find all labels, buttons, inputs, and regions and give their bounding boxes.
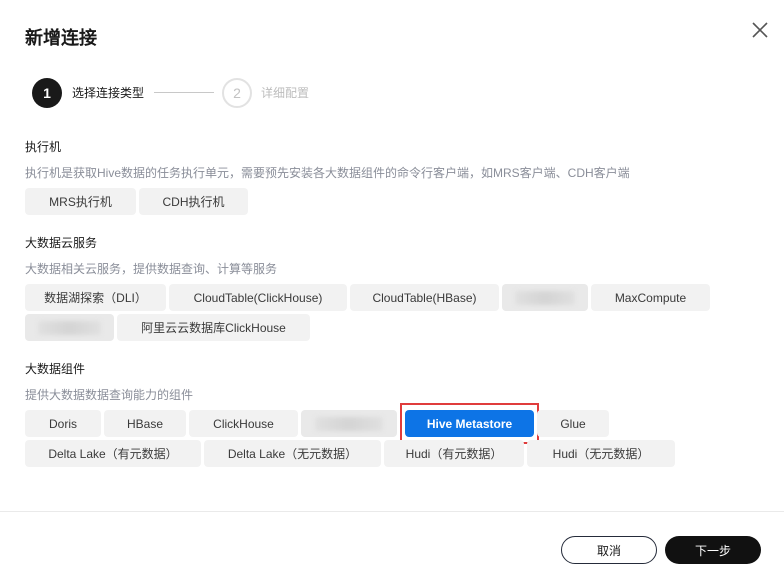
- executor-section-desc: 执行机是获取Hive数据的任务执行单元，需要预先安装各大数据组件的命令行客户端，…: [25, 166, 630, 180]
- step-connector: [154, 92, 214, 93]
- option-delta-lake-with-metadata[interactable]: Delta Lake（有元数据）: [25, 440, 201, 467]
- option-redacted-1[interactable]: [502, 284, 588, 311]
- redacted-placeholder: [38, 320, 101, 335]
- cloud-section-title: 大数据云服务: [25, 236, 98, 250]
- option-doris[interactable]: Doris: [25, 410, 101, 437]
- option-clickhouse[interactable]: ClickHouse: [189, 410, 298, 437]
- option-redacted-2[interactable]: [25, 314, 114, 341]
- close-icon[interactable]: [750, 20, 770, 40]
- option-hive-metastore[interactable]: Hive Metastore: [405, 410, 534, 437]
- option-cdh-executor[interactable]: CDH执行机: [139, 188, 248, 215]
- option-mrs-executor[interactable]: MRS执行机: [25, 188, 136, 215]
- option-cloudtable-clickhouse[interactable]: CloudTable(ClickHouse): [169, 284, 347, 311]
- footer-divider: [0, 511, 784, 512]
- new-connection-dialog: 新增连接 1 选择连接类型 2 详细配置 执行机 执行机是获取Hive数据的任务…: [0, 0, 784, 576]
- step-1-indicator: 1: [32, 78, 62, 108]
- option-dli[interactable]: 数据湖探索（DLI）: [25, 284, 166, 311]
- option-redacted-3[interactable]: [301, 410, 397, 437]
- cloud-section-desc: 大数据相关云服务，提供数据查询、计算等服务: [25, 262, 278, 276]
- dialog-title: 新增连接: [25, 28, 97, 48]
- cancel-button[interactable]: 取消: [561, 536, 657, 564]
- option-hbase[interactable]: HBase: [104, 410, 186, 437]
- option-cloudtable-hbase[interactable]: CloudTable(HBase): [350, 284, 499, 311]
- step-2-label: 详细配置: [261, 86, 310, 100]
- stepper: 1 选择连接类型 2 详细配置: [32, 78, 432, 108]
- option-hudi-without-metadata[interactable]: Hudi（无元数据）: [527, 440, 675, 467]
- executor-section-title: 执行机: [25, 140, 62, 154]
- components-section-title: 大数据组件: [25, 362, 86, 376]
- components-section-desc: 提供大数据数据查询能力的组件: [25, 388, 194, 402]
- option-hudi-with-metadata[interactable]: Hudi（有元数据）: [384, 440, 524, 467]
- redacted-placeholder: [315, 416, 383, 431]
- step-2-indicator: 2: [222, 78, 252, 108]
- option-delta-lake-without-metadata[interactable]: Delta Lake（无元数据）: [204, 440, 381, 467]
- option-aliyun-clickhouse[interactable]: 阿里云云数据库ClickHouse: [117, 314, 310, 341]
- next-step-button[interactable]: 下一步: [665, 536, 761, 564]
- option-maxcompute[interactable]: MaxCompute: [591, 284, 710, 311]
- option-glue[interactable]: Glue: [537, 410, 609, 437]
- redacted-placeholder: [514, 290, 576, 305]
- step-1-label: 选择连接类型: [72, 86, 145, 100]
